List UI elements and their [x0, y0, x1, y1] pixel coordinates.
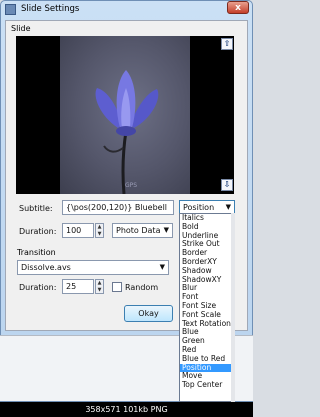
slide-group-label: Slide [11, 24, 31, 33]
move-up-icon[interactable]: ⇧ [221, 38, 233, 50]
dropdown-scrollbar[interactable] [231, 213, 235, 402]
tag-dropdown-list[interactable]: Italics Bold Underline Strike Out Border Bord… [179, 213, 235, 402]
transition-combo[interactable]: Dissolve.avs ▼ [17, 260, 169, 275]
dropdown-item[interactable]: Italics [180, 214, 234, 223]
photo-data-value: Photo Data [116, 226, 161, 235]
image-info-bar: 358x571 101kb PNG [0, 402, 253, 417]
transition-duration-stepper[interactable]: ▲ ▼ [95, 279, 104, 294]
dropdown-item[interactable]: Blue to Red [180, 355, 234, 364]
slide-photo [60, 36, 190, 194]
dropdown-item[interactable]: Border [180, 249, 234, 258]
random-label: Random [125, 283, 159, 292]
duration-stepper[interactable]: ▲ ▼ [95, 223, 104, 238]
dropdown-item[interactable]: Position [180, 363, 234, 373]
dropdown-item[interactable]: Text Rotation [180, 320, 234, 329]
dropdown-item[interactable]: Font Size [180, 302, 234, 311]
dropdown-item[interactable]: Red [180, 346, 234, 355]
duration-label: Duration: [19, 227, 57, 236]
dropdown-item[interactable]: Bold [180, 223, 234, 232]
duration-input[interactable]: 100 [62, 223, 94, 238]
move-down-icon[interactable]: ⇩ [221, 179, 233, 191]
dropdown-item[interactable]: Move [180, 372, 234, 381]
tag-combo[interactable]: Position ▼ [179, 200, 235, 214]
window-title: Slide Settings [21, 4, 80, 14]
dropdown-item[interactable]: Top Center [180, 381, 234, 390]
chevron-down-icon: ▼ [225, 203, 231, 211]
dropdown-item[interactable]: Underline [180, 232, 234, 241]
dropdown-item[interactable]: ShadowXY [180, 276, 234, 285]
dropdown-item[interactable]: Shadow [180, 267, 234, 276]
transition-value: Dissolve.avs [21, 263, 71, 272]
subtitle-input[interactable]: {\pos(200,120)} Bluebell [62, 200, 174, 215]
chevron-down-icon: ▼ [159, 263, 165, 271]
dropdown-item[interactable]: Strike Out [180, 240, 234, 249]
chevron-down-icon: ▼ [163, 226, 169, 234]
bluebell-image [95, 70, 159, 194]
dropdown-item[interactable]: Blur [180, 284, 234, 293]
photo-data-combo[interactable]: Photo Data ▼ [112, 223, 173, 238]
dropdown-item[interactable]: BorderXY [180, 258, 234, 267]
photo-watermark: GPS [125, 182, 138, 189]
okay-button[interactable]: Okay [124, 305, 173, 322]
tag-combo-value: Position [183, 203, 215, 212]
dropdown-item[interactable]: Blue [180, 328, 234, 337]
slide-preview: GPS ⇧ ⇩ [16, 36, 234, 194]
subtitle-label: Subtitle: [19, 204, 53, 213]
close-button[interactable]: x [227, 1, 249, 14]
transition-duration-label: Duration: [19, 283, 57, 292]
transition-group-label: Transition [17, 248, 56, 257]
transition-duration-input[interactable]: 25 [62, 279, 94, 294]
dropdown-item[interactable]: Font [180, 293, 234, 302]
random-checkbox[interactable] [112, 282, 122, 292]
dropdown-item[interactable]: Green [180, 337, 234, 346]
dropdown-item[interactable]: Font Scale [180, 311, 234, 320]
app-icon [5, 4, 16, 15]
